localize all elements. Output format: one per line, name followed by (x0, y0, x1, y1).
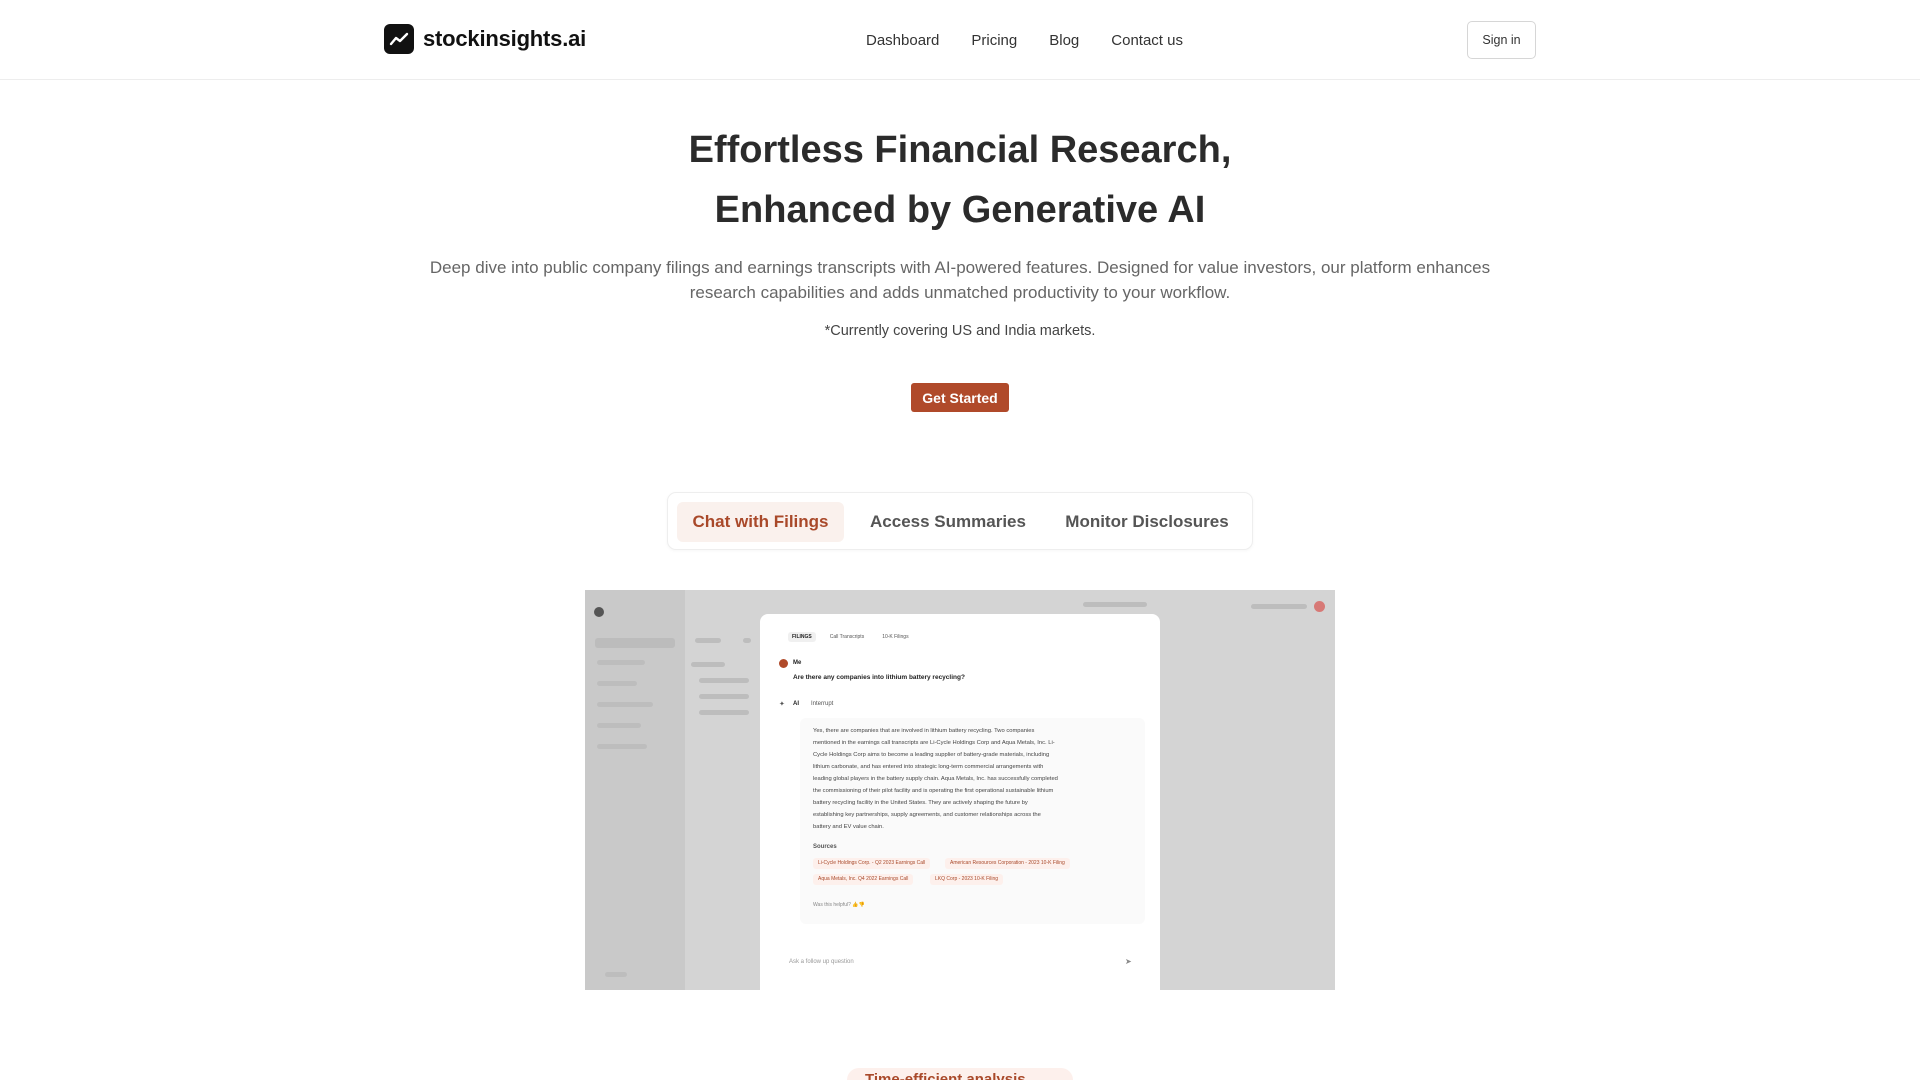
section-badge: Time-efficient analysis (847, 1068, 1073, 1080)
main-nav: Dashboard Pricing Blog Contact us (866, 32, 1183, 49)
preview-list-item (699, 694, 749, 699)
thumbs-down-icon[interactable]: 👎 (859, 902, 865, 908)
logo-text: stockinsights.ai (423, 26, 587, 51)
answer-line: mentioned in the earnings call transcrip… (813, 740, 1055, 746)
answer-line: Yes, there are companies that are involv… (813, 728, 1035, 734)
preview-sidebar-item (597, 660, 645, 665)
tab-chat-with-filings[interactable]: Chat with Filings (677, 502, 844, 542)
source-chip[interactable]: American Resources Corporation - 2023 10… (945, 858, 1070, 869)
answer-line: establishing key partnerships, supply ag… (813, 812, 1041, 818)
ai-label: AI (793, 701, 799, 707)
send-icon[interactable]: ➤ (1125, 957, 1132, 966)
follow-up-input[interactable]: Ask a follow up question (789, 959, 854, 965)
preview-list-item (691, 662, 725, 667)
interrupt-button[interactable]: Interrupt (807, 701, 837, 707)
feature-tabs: Chat with Filings Access Summaries Monit… (667, 492, 1253, 550)
preview-avatar (1314, 601, 1325, 612)
user-label: Me (793, 660, 802, 666)
tab-monitor-disclosures[interactable]: Monitor Disclosures (1052, 502, 1242, 542)
hero-title: Effortless Financial Research, Enhanced … (0, 120, 1920, 240)
preview-sidebar-item (597, 702, 653, 707)
hero-title-line-2: Enhanced by Generative AI (714, 189, 1206, 231)
nav-link-blog[interactable]: Blog (1049, 32, 1079, 49)
preview-list-item (699, 678, 749, 683)
hero-subtitle: Deep dive into public company filings an… (410, 256, 1510, 305)
answer-line: Cycle Holdings Corp aims to become a lea… (813, 752, 1050, 758)
preview-tab-10k-filings[interactable]: 10-K Filings (878, 632, 912, 642)
preview-sidebar-item (597, 723, 641, 728)
feedback-prompt: Was this helpful? 👍👎 (813, 902, 865, 908)
user-avatar (779, 659, 788, 668)
preview-list-header (743, 638, 751, 643)
product-preview-screenshot: FILINGS Call Transcripts 10-K Filings Me… (585, 590, 1335, 990)
nav-link-dashboard[interactable]: Dashboard (866, 32, 939, 49)
answer-line: the commissioning of their pilot facilit… (813, 788, 1054, 794)
answer-line: battery recycling facility in the United… (813, 800, 1028, 806)
trending-up-icon (384, 24, 414, 54)
source-chip[interactable]: Li-Cycle Holdings Corp. - Q2 2023 Earnin… (813, 858, 931, 869)
hero-subtitle-line-1: Deep dive into public company filings an… (429, 258, 1491, 277)
preview-sidebar-footer (605, 972, 627, 977)
sign-in-button[interactable]: Sign in (1467, 21, 1536, 59)
user-question: Are there any companies into lithium bat… (793, 674, 965, 681)
logo-link[interactable]: stockinsights.ai (384, 24, 586, 54)
ai-answer: Yes, there are companies that are involv… (800, 718, 1145, 924)
source-chip[interactable]: LKQ Corp - 2023 10-K Filing (930, 874, 1004, 885)
answer-line: leading global players in the battery su… (813, 776, 1058, 782)
preview-topbar-item (1251, 604, 1307, 609)
nav-link-pricing[interactable]: Pricing (971, 32, 1017, 49)
answer-line: battery and EV value chain. (813, 824, 884, 830)
preview-list-header (695, 638, 721, 643)
sources-label: Sources (813, 844, 837, 850)
preview-logo-dot (594, 607, 604, 617)
preview-sidebar-item (595, 638, 675, 648)
preview-topbar-item (1083, 602, 1147, 607)
top-nav-bar: stockinsights.ai Dashboard Pricing Blog … (0, 0, 1920, 80)
feedback-prompt-label: Was this helpful? (813, 902, 851, 908)
preview-tab-call-transcripts[interactable]: Call Transcripts (826, 632, 868, 642)
preview-panel-tabs: FILINGS Call Transcripts 10-K Filings (788, 632, 913, 642)
hero-subtitle-line-2: research capabilities and adds unmatched… (689, 282, 1231, 302)
market-coverage-note: *Currently covering US and India markets… (824, 323, 1096, 339)
nav-link-contact[interactable]: Contact us (1111, 32, 1183, 49)
sparkle-icon: ✦ (779, 701, 785, 708)
source-chip[interactable]: Aqua Metals, Inc. Q4 2022 Earnings Call (813, 874, 914, 885)
preview-tab-filings[interactable]: FILINGS (788, 632, 816, 642)
preview-chat-panel: FILINGS Call Transcripts 10-K Filings Me… (760, 614, 1160, 990)
preview-sidebar-item (597, 681, 637, 686)
preview-sidebar (585, 590, 685, 990)
section-badge-label: Time-efficient analysis (865, 1071, 1026, 1080)
answer-line: lithium carbonate, and has entered into … (813, 764, 1044, 770)
preview-sidebar-item (597, 744, 647, 749)
preview-list-item (699, 710, 749, 715)
hero-title-line-1: Effortless Financial Research, (688, 129, 1232, 171)
tab-access-summaries[interactable]: Access Summaries (858, 502, 1038, 542)
get-started-button[interactable]: Get Started (911, 383, 1009, 412)
